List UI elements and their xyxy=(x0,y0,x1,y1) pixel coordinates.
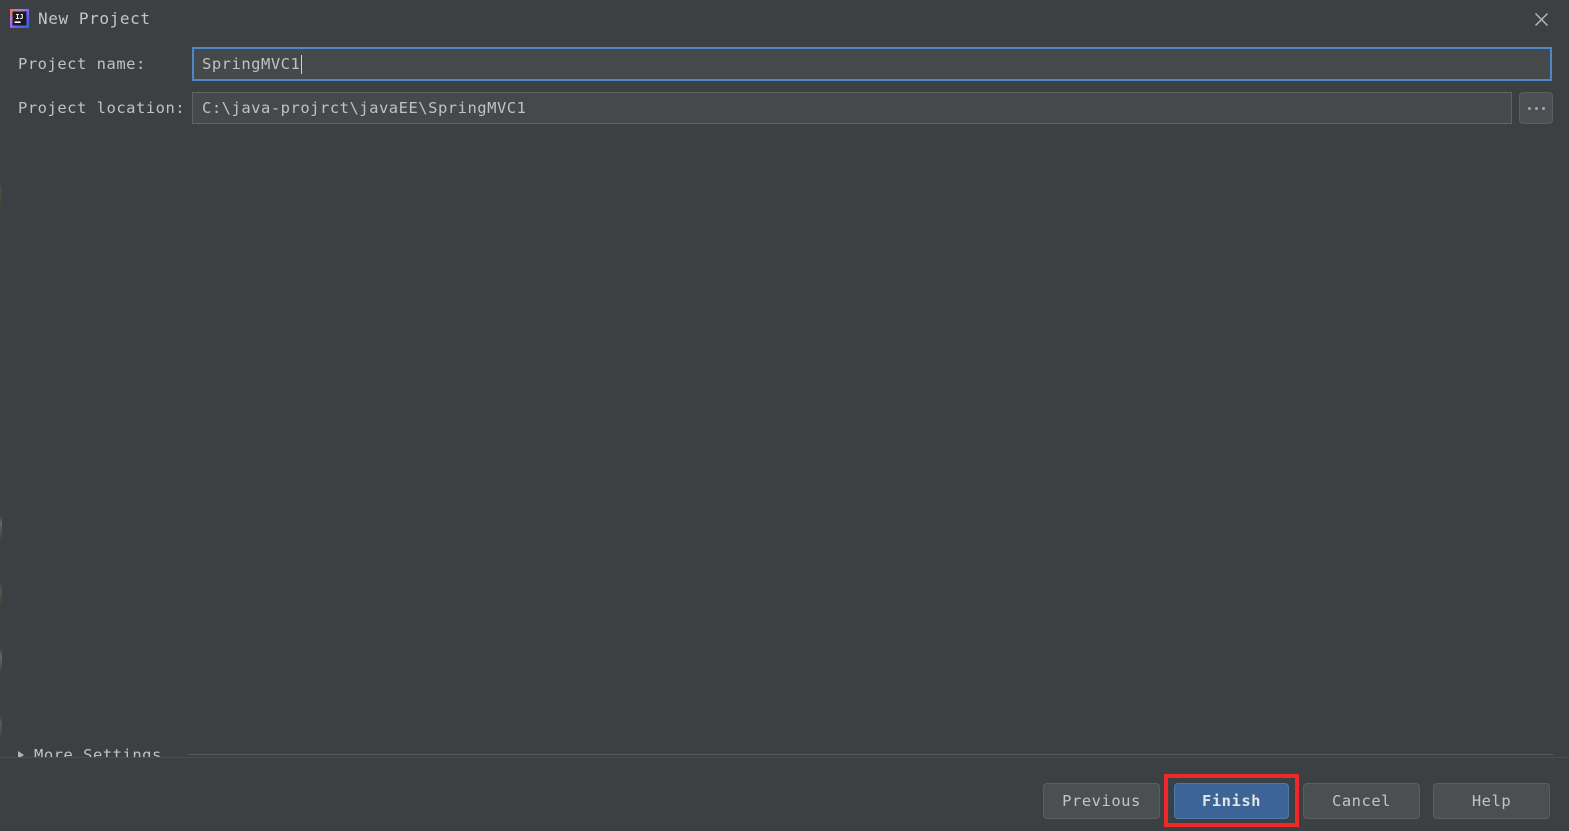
text-caret xyxy=(301,54,303,74)
intellij-idea-icon: IJ xyxy=(10,9,29,28)
more-settings-separator xyxy=(188,754,1553,755)
background-window-sliver xyxy=(0,0,2,831)
ellipsis-icon xyxy=(1527,106,1531,110)
cancel-button[interactable]: Cancel xyxy=(1303,783,1420,819)
project-location-label: Project location: xyxy=(18,99,186,117)
close-icon[interactable] xyxy=(1529,7,1553,31)
window-title: New Project xyxy=(38,9,151,28)
project-location-value: C:\java-projrct\javaEE\SpringMVC1 xyxy=(202,99,527,117)
project-name-label: Project name: xyxy=(18,55,146,73)
project-name-value: SpringMVC1 xyxy=(202,55,301,73)
previous-button[interactable]: Previous xyxy=(1043,783,1160,819)
finish-button[interactable]: Finish xyxy=(1174,783,1289,819)
help-button[interactable]: Help xyxy=(1433,783,1550,819)
title-bar: IJ New Project xyxy=(0,0,1569,37)
project-location-input[interactable]: C:\java-projrct\javaEE\SpringMVC1 xyxy=(192,92,1512,124)
ellipsis-icon xyxy=(1541,106,1545,110)
browse-location-button[interactable] xyxy=(1519,92,1553,124)
ellipsis-icon xyxy=(1534,106,1538,110)
project-name-input[interactable]: SpringMVC1 xyxy=(192,47,1552,81)
svg-text:IJ: IJ xyxy=(16,13,24,21)
